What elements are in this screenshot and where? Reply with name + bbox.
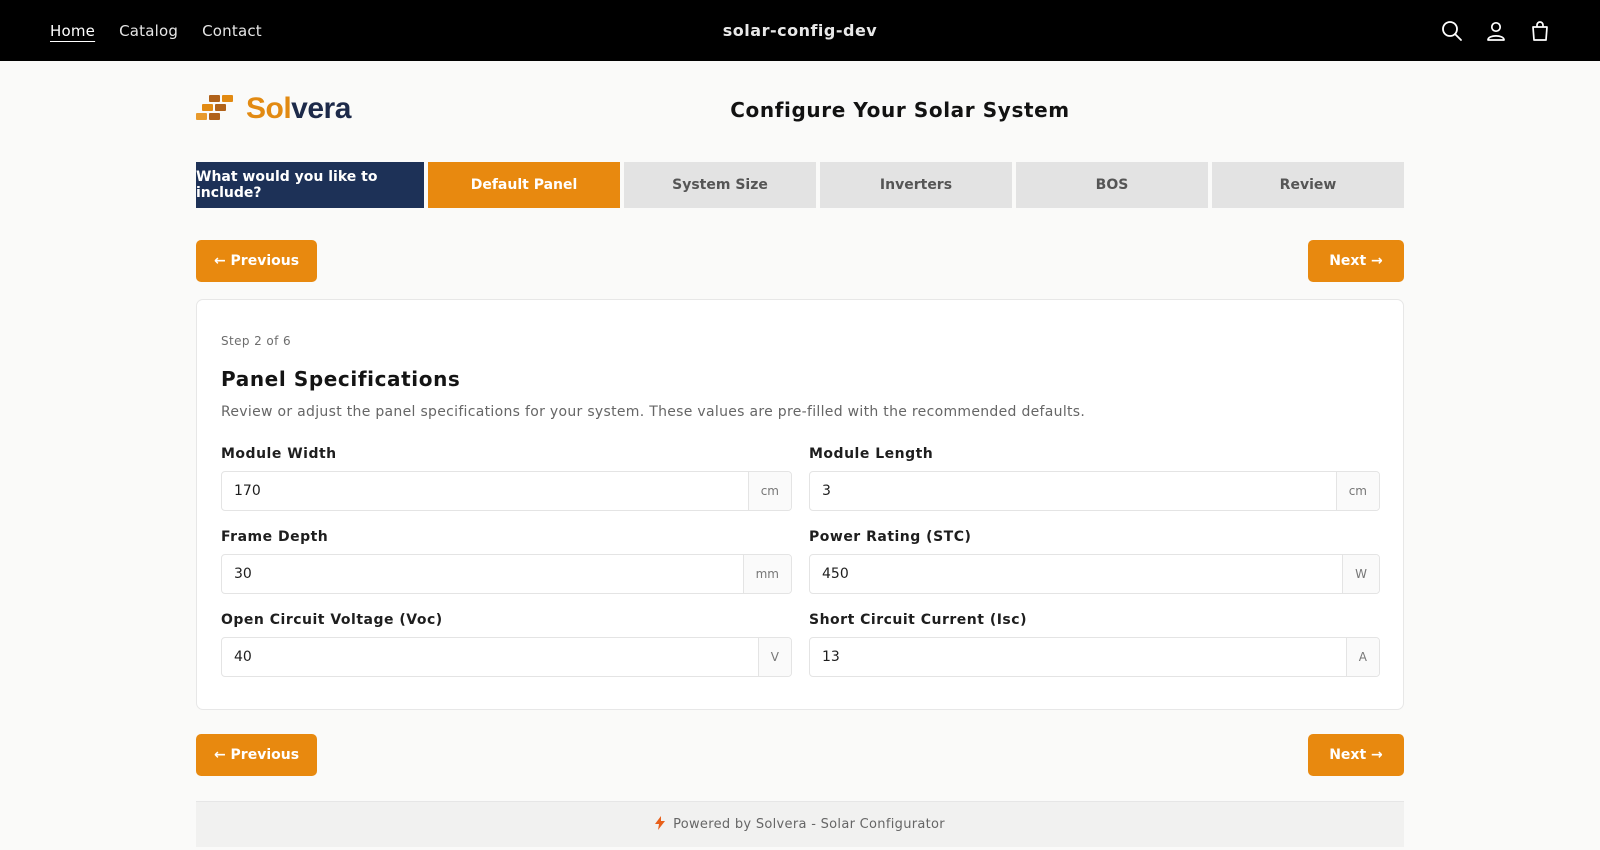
nav-contact-link[interactable]: Contact [202, 22, 262, 40]
module-width-input[interactable] [222, 472, 748, 510]
step-inverters[interactable]: Inverters [820, 162, 1012, 208]
logo-wordmark: Solvera [246, 92, 351, 125]
unit-label: V [757, 638, 791, 676]
field-label: Module Width [221, 446, 337, 462]
unit-label: cm [747, 472, 791, 510]
frame-depth-input[interactable] [222, 555, 743, 593]
cart-icon[interactable] [1528, 19, 1552, 43]
panel-specs-card: Step 2 of 6 Panel Specifications Review … [196, 299, 1404, 710]
field-label: Module Length [809, 446, 934, 462]
nav-catalog-link[interactable]: Catalog [119, 22, 178, 40]
field-label: Short Circuit Current (Isc) [809, 612, 1027, 628]
unit-label: A [1345, 638, 1379, 676]
card-title: Panel Specifications [221, 367, 461, 391]
lightning-icon [655, 815, 666, 834]
footer: Powered by Solvera - Solar Configurator [196, 801, 1404, 847]
previous-button-top[interactable]: ← Previous [196, 240, 317, 282]
module-width-field: Module Width cm [221, 446, 792, 511]
step-bos[interactable]: BOS [1016, 162, 1208, 208]
previous-button-bottom[interactable]: ← Previous [196, 734, 317, 776]
step-counter: Step 2 of 6 [221, 334, 292, 348]
field-label: Open Circuit Voltage (Voc) [221, 612, 443, 628]
solvera-logo[interactable]: Solvera [196, 92, 351, 126]
nav-home-link[interactable]: Home [50, 22, 95, 40]
power-rating-input[interactable] [810, 555, 1343, 593]
search-icon[interactable] [1440, 19, 1464, 43]
header-actions [1440, 0, 1552, 61]
card-description: Review or adjust the panel specification… [221, 404, 1086, 420]
frame-depth-field: Frame Depth mm [221, 529, 792, 594]
account-icon[interactable] [1484, 19, 1508, 43]
step-progress: What would you like to include? Default … [196, 162, 1404, 208]
page-title: Configure Your Solar System [730, 98, 1070, 122]
field-label: Frame Depth [221, 529, 329, 545]
field-label: Power Rating (STC) [809, 529, 972, 545]
step-review[interactable]: Review [1212, 162, 1404, 208]
voc-field: Open Circuit Voltage (Voc) V [221, 612, 792, 677]
top-nav: Home Catalog Contact [50, 0, 262, 61]
step-default-panel[interactable]: Default Panel [428, 162, 620, 208]
next-button-bottom[interactable]: Next → [1308, 734, 1404, 776]
logo-bricks-icon [196, 93, 236, 125]
unit-label: mm [742, 555, 791, 593]
step-system-size[interactable]: System Size [624, 162, 816, 208]
module-length-input[interactable] [810, 472, 1336, 510]
module-length-field: Module Length cm [809, 446, 1380, 511]
isc-field: Short Circuit Current (Isc) A [809, 612, 1380, 677]
unit-label: W [1342, 555, 1379, 593]
next-button-top[interactable]: Next → [1308, 240, 1404, 282]
isc-input[interactable] [810, 638, 1346, 676]
footer-text: Powered by Solvera - Solar Configurator [673, 817, 945, 832]
voc-input[interactable] [222, 638, 758, 676]
power-rating-field: Power Rating (STC) W [809, 529, 1380, 594]
unit-label: cm [1335, 472, 1379, 510]
step-include[interactable]: What would you like to include? [196, 162, 424, 208]
top-bar: Home Catalog Contact solar-config-dev [0, 0, 1600, 61]
